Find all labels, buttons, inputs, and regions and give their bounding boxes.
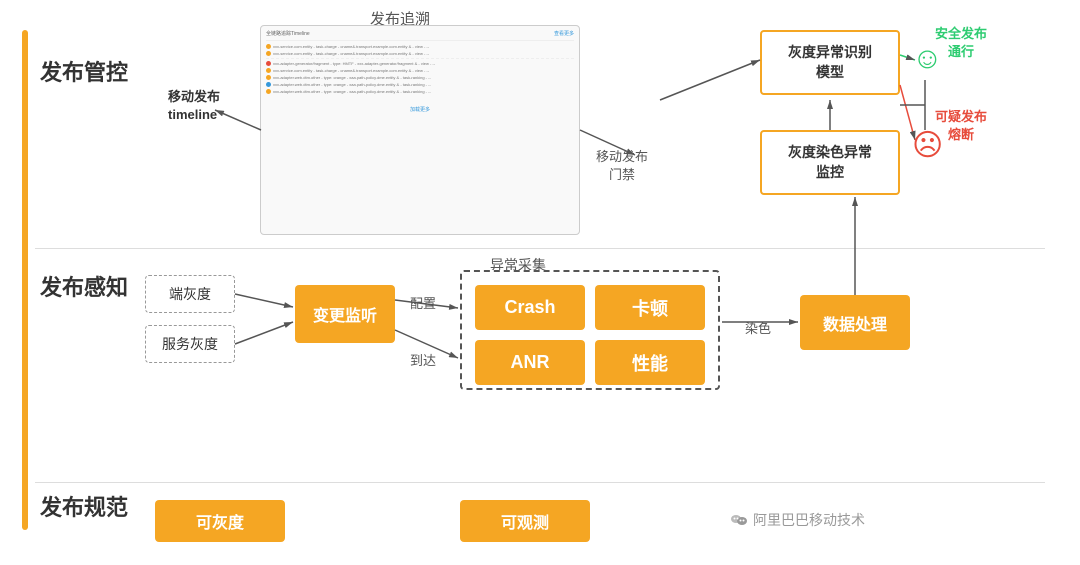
box-shuju-chuli: 数据处理: [800, 295, 910, 350]
left-orange-bar: [22, 30, 28, 530]
box-guance-bottom: 可观测: [460, 500, 590, 542]
label-yidongfabu-menjin: 移动发布门禁: [596, 148, 648, 184]
box-anr: ANR: [475, 340, 585, 385]
label-peizhi: 配置: [410, 293, 436, 312]
section-fabukongzhi: 发布管控: [40, 55, 128, 87]
box-huidu-ranse: 灰度染色异常 监控: [760, 130, 900, 195]
wechat-icon: [730, 511, 748, 529]
face-smile-icon: ☺: [912, 42, 943, 76]
divider-1: [35, 248, 1045, 249]
label-alibaba: 阿里巴巴移动技术: [730, 510, 865, 530]
divider-2: [35, 482, 1045, 483]
box-duan-huidu: 端灰度: [145, 275, 235, 313]
section-fabugufan: 发布规范: [40, 490, 128, 522]
timeline-box: 全链路追踪Timeline 查看更多 xxx-service.com.entit…: [260, 25, 580, 235]
face-sad-icon: ☹: [912, 128, 943, 163]
section-fabuganzhi: 发布感知: [40, 270, 128, 302]
box-huidu-bottom: 可灰度: [155, 500, 285, 542]
label-anquan-fabu: 安全发布通行: [935, 25, 987, 61]
timeline-header-right[interactable]: 查看更多: [554, 30, 574, 37]
box-katun: 卡顿: [595, 285, 705, 330]
timeline-footer[interactable]: 加载更多: [410, 107, 430, 113]
box-xingneng: 性能: [595, 340, 705, 385]
timeline-header-left: 全链路追踪Timeline: [266, 30, 310, 37]
label-ranse: 染色: [745, 318, 771, 337]
box-crash: Crash: [475, 285, 585, 330]
main-container: 发布管控 发布感知 发布规范 发布追溯 全链路追踪Timeline 查看更多 x…: [0, 0, 1080, 565]
box-fuwu-huidu: 服务灰度: [145, 325, 235, 363]
box-biangeng-jiantin: 变更监听: [295, 285, 395, 343]
label-daoda: 到达: [410, 350, 436, 369]
box-huidu-model: 灰度异常识别 模型: [760, 30, 900, 95]
label-yidongfabu-timeline: 移动发布timeline: [168, 88, 220, 124]
